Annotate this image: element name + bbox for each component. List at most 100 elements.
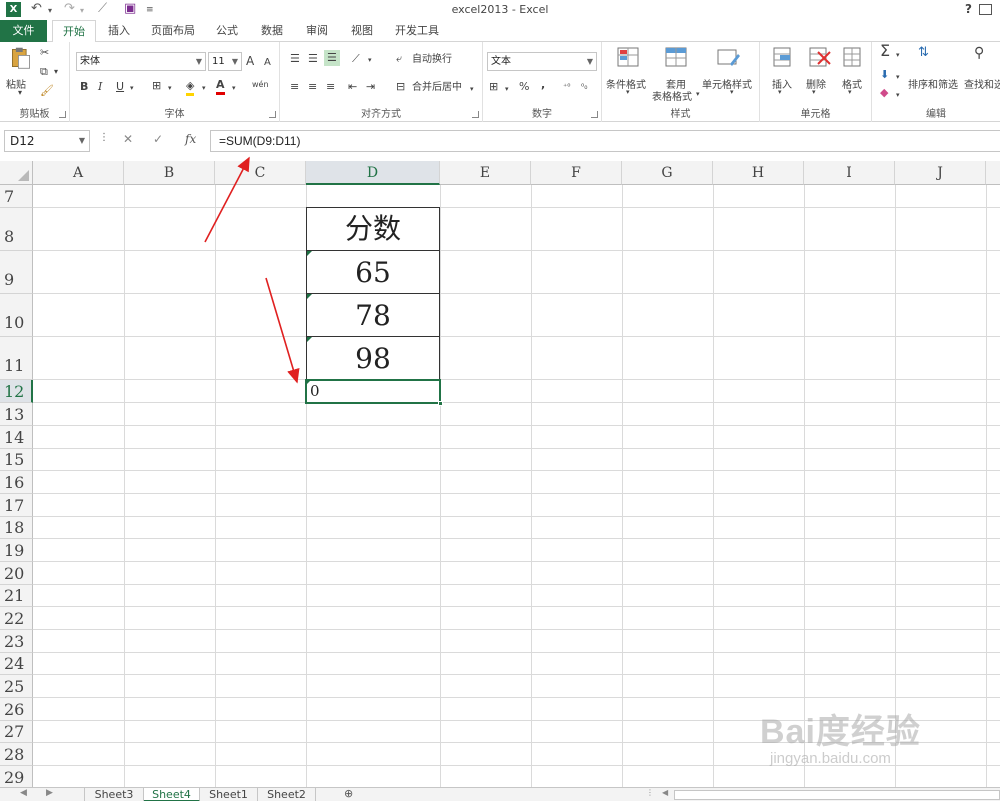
row-header-15[interactable]: 15 — [0, 449, 33, 471]
score-cell-d10[interactable]: 78 — [306, 293, 440, 337]
fill-color-icon[interactable]: ◈ — [186, 79, 195, 96]
clear-dropdown-icon[interactable]: ▾ — [896, 88, 900, 102]
italic-button[interactable]: I — [98, 80, 102, 94]
row-header-21[interactable]: 21 — [0, 585, 33, 607]
font-size-select[interactable]: 11 ▼ — [208, 52, 242, 71]
phonetic-icon[interactable]: wén — [252, 78, 269, 92]
score-cell-d9[interactable]: 65 — [306, 250, 440, 294]
chevron-down-icon[interactable]: ▼ — [79, 131, 85, 151]
paste-button[interactable]: 粘贴 — [6, 76, 26, 91]
sheet-tab-sheet4[interactable]: Sheet4 — [144, 788, 200, 801]
merge-center-button[interactable]: 合并后居中 — [412, 81, 462, 95]
merge-dropdown-icon[interactable]: ▾ — [470, 82, 474, 96]
font-color-dropdown-icon[interactable]: ▾ — [232, 81, 236, 95]
autosum-icon[interactable]: Σ — [880, 43, 890, 59]
row-header-23[interactable]: 23 — [0, 630, 33, 653]
decrease-indent-icon[interactable]: ⇤ — [348, 80, 357, 94]
column-header-h[interactable]: H — [713, 161, 804, 185]
conditional-dropdown-icon[interactable]: ▾ — [626, 88, 630, 96]
tab-data[interactable]: 数据 — [252, 20, 292, 42]
column-header-a[interactable]: A — [33, 161, 124, 185]
decrease-decimal-icon[interactable]: ⁰₀ — [581, 80, 587, 94]
fill-dropdown-icon[interactable]: ▾ — [896, 70, 900, 84]
merge-icon[interactable]: ⊟ — [396, 80, 405, 94]
row-header-26[interactable]: 26 — [0, 698, 33, 721]
format-table-dropdown-icon[interactable]: ▾ — [696, 90, 700, 98]
row-header-28[interactable]: 28 — [0, 743, 33, 766]
row-header-22[interactable]: 22 — [0, 607, 33, 630]
font-launcher-icon[interactable] — [269, 111, 276, 118]
bold-button[interactable]: B — [80, 80, 88, 94]
format-as-table-line2[interactable]: 表格格式 — [652, 88, 692, 103]
row-header-13[interactable]: 13 — [0, 403, 33, 426]
font-color-icon[interactable]: A — [216, 78, 225, 95]
format-cells-icon[interactable] — [840, 46, 866, 70]
row-header-27[interactable]: 27 — [0, 721, 33, 743]
cancel-icon[interactable]: ✕ — [123, 132, 133, 146]
tab-developer[interactable]: 开发工具 — [390, 20, 444, 42]
active-cell-d12[interactable]: 0 — [305, 379, 443, 406]
column-header-c[interactable]: C — [215, 161, 306, 185]
row-header-18[interactable]: 18 — [0, 517, 33, 539]
insert-dropdown-icon[interactable]: ▾ — [778, 88, 782, 96]
border-icon[interactable]: ⊞ — [152, 79, 161, 93]
clear-icon[interactable]: ◆ — [880, 86, 888, 100]
scroll-left-icon[interactable]: ◀ — [20, 788, 27, 798]
row-header-16[interactable]: 16 — [0, 471, 33, 494]
copy-dropdown-icon[interactable]: ▾ — [54, 65, 58, 79]
row-header-9[interactable]: 9 — [0, 251, 33, 294]
find-icon[interactable]: ⚲ — [974, 46, 984, 60]
column-header-g[interactable]: G — [622, 161, 713, 185]
cut-icon[interactable]: ✂ — [40, 46, 49, 60]
horizontal-scrollbar[interactable] — [674, 790, 1000, 800]
format-dropdown-icon[interactable]: ▾ — [848, 88, 852, 96]
cell-styles-button[interactable]: 单元格样式 — [702, 76, 752, 91]
autosum-dropdown-icon[interactable]: ▾ — [896, 48, 900, 62]
sheet-tab-sheet1[interactable]: Sheet1 — [200, 788, 258, 801]
fill-dropdown-icon[interactable]: ▾ — [202, 81, 206, 95]
row-header-24[interactable]: 24 — [0, 653, 33, 675]
delete-cells-icon[interactable] — [806, 46, 832, 70]
shrink-font-icon[interactable]: A — [264, 56, 271, 70]
score-header-cell[interactable]: 分数 — [306, 207, 440, 251]
format-as-table-icon[interactable] — [664, 46, 690, 70]
column-header-b[interactable]: B — [124, 161, 215, 185]
underline-dropdown-icon[interactable]: ▾ — [130, 81, 134, 95]
scroll-right-icon[interactable]: ▶ — [46, 788, 53, 798]
tab-home[interactable]: 开始 — [52, 20, 96, 43]
column-header-j[interactable]: J — [895, 161, 986, 185]
tab-formulas[interactable]: 公式 — [208, 20, 246, 42]
number-format-select[interactable]: 文本 ▼ — [487, 52, 597, 71]
score-cell-d11[interactable]: 98 — [306, 336, 440, 380]
accounting-icon[interactable]: ⊞ — [489, 80, 498, 94]
find-select-button[interactable]: 查找和选 — [964, 76, 1000, 91]
tab-insert[interactable]: 插入 — [100, 20, 138, 42]
align-center-icon[interactable]: ≡ — [308, 80, 317, 94]
tab-page-layout[interactable]: 页面布局 — [145, 20, 201, 42]
hscroll-left-icon[interactable]: ◀ — [662, 788, 668, 797]
paste-dropdown-icon[interactable]: ▾ — [18, 88, 22, 97]
delete-button[interactable]: 删除 — [806, 76, 826, 91]
row-header-12[interactable]: 12 — [0, 380, 33, 403]
clipboard-launcher-icon[interactable] — [59, 111, 66, 118]
more-icon[interactable]: ⋮ — [99, 132, 109, 143]
cell-styles-icon[interactable] — [716, 46, 742, 70]
increase-decimal-icon[interactable]: ⁺⁰ — [563, 80, 570, 94]
bottom-align-icon[interactable]: ☰ — [324, 50, 340, 66]
grow-font-icon[interactable]: A — [246, 54, 254, 68]
row-header-17[interactable]: 17 — [0, 494, 33, 517]
top-align-icon[interactable]: ☰ — [290, 52, 300, 66]
increase-indent-icon[interactable]: ⇥ — [366, 80, 375, 94]
format-painter-icon[interactable]: 🖌 — [40, 84, 54, 98]
percent-button[interactable]: % — [519, 80, 529, 94]
sort-filter-button[interactable]: 排序和筛选 — [908, 76, 958, 91]
orientation-icon[interactable]: ⟋ — [352, 52, 360, 66]
row-header-14[interactable]: 14 — [0, 426, 33, 449]
formula-input[interactable]: =SUM(D9:D11) — [210, 130, 1000, 152]
row-header-19[interactable]: 19 — [0, 539, 33, 562]
orientation-dropdown-icon[interactable]: ▾ — [368, 53, 372, 67]
align-left-icon[interactable]: ≡ — [290, 80, 299, 94]
row-header-7[interactable]: 7 — [0, 185, 33, 208]
row-header-10[interactable]: 10 — [0, 294, 33, 337]
cell-styles-dropdown-icon[interactable]: ▾ — [730, 88, 734, 96]
